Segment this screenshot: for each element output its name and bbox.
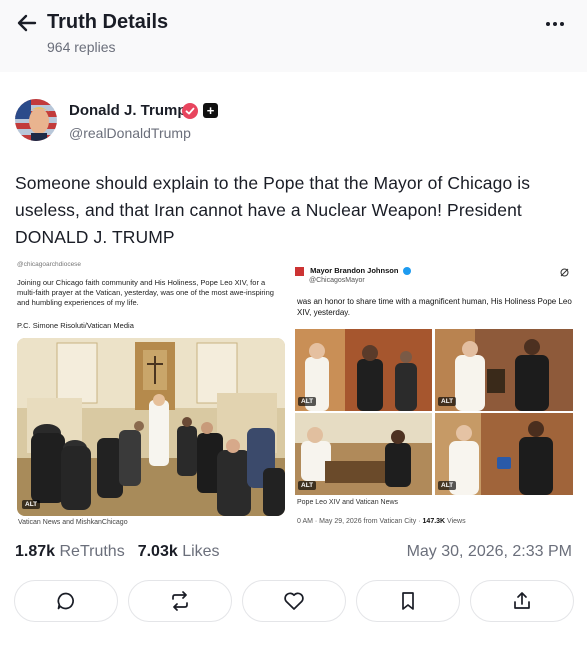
post-text: Someone should explain to the Pope that … <box>15 173 531 247</box>
verified-badge-icon <box>402 267 411 276</box>
reply-button[interactable] <box>14 580 118 622</box>
account-avatar <box>295 266 304 276</box>
avatar[interactable] <box>15 99 57 141</box>
grid-photo-4: ALT <box>435 413 573 495</box>
media-image-right[interactable]: Mayor Brandon Johnson @ChicagosMayor was… <box>295 258 575 532</box>
share-icon <box>514 592 530 609</box>
alt-label[interactable]: ALT <box>22 500 41 509</box>
author-handle[interactable]: @realDonaldTrump <box>69 125 191 141</box>
embedded-meta: 0 AM · May 29, 2026 from Vatican City · … <box>297 518 466 525</box>
likes-stat[interactable]: 7.03k Likes <box>138 543 220 561</box>
photo-grid: ALT ALT ALT ALT <box>295 329 573 495</box>
post-timestamp: May 30, 2026, 2:33 PM <box>406 543 572 560</box>
more-options-button[interactable] <box>541 14 569 34</box>
top-bar: Truth Details 964 replies <box>0 0 587 72</box>
comment-icon <box>57 592 74 610</box>
repost-icon <box>172 591 188 611</box>
action-bar <box>14 580 575 622</box>
back-button[interactable] <box>14 10 40 36</box>
media-image-left[interactable]: @chicagoarchdiocese Joining our Chicago … <box>15 258 287 532</box>
post-stats: 1.87k ReTruths 7.03k Likes <box>15 543 220 561</box>
more-horizontal-icon <box>546 22 550 26</box>
media-left-caption-top: @chicagoarchdiocese <box>17 261 82 268</box>
arrow-left-icon <box>17 14 37 32</box>
alt-label[interactable]: ALT <box>298 397 317 406</box>
grok-icon <box>560 268 569 277</box>
embedded-account-handle: @ChicagosMayor <box>309 277 365 284</box>
embedded-account-name: Mayor Brandon Johnson <box>295 266 411 276</box>
media-left-footer: Vatican News and MishkanChicago <box>18 519 128 526</box>
page-title: Truth Details <box>47 11 169 33</box>
bookmark-icon <box>402 592 414 610</box>
retruths-stat[interactable]: 1.87k ReTruths <box>15 543 125 561</box>
vatican-photo: ALT <box>17 338 285 516</box>
media-left-caption: Joining our Chicago faith community and … <box>17 278 274 307</box>
reply-count: 964 replies <box>47 39 116 55</box>
embedded-post-text: was an honor to share time with a magnif… <box>297 297 572 317</box>
grid-photo-2: ALT <box>435 329 573 411</box>
verified-badge-icon <box>182 103 198 119</box>
heart-icon <box>284 592 304 610</box>
like-button[interactable] <box>242 580 346 622</box>
share-button[interactable] <box>470 580 574 622</box>
retruth-button[interactable] <box>128 580 232 622</box>
embedded-caption: Pope Leo XIV and Vatican News <box>297 499 399 506</box>
bookmark-button[interactable] <box>356 580 460 622</box>
media-left-credit: P.C. Simone Risoluti/Vatican Media <box>17 321 134 330</box>
plus-badge: + <box>203 103 218 118</box>
grid-photo-1: ALT <box>295 329 432 411</box>
author-name[interactable]: Donald J. Trump <box>69 102 187 119</box>
grid-photo-3: ALT <box>295 413 432 495</box>
